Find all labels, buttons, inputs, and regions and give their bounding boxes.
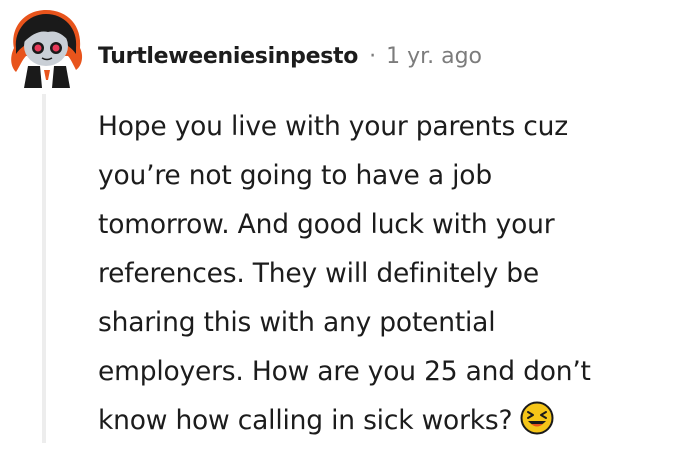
thread-collapse-line[interactable] bbox=[42, 94, 46, 443]
comment-timestamp[interactable]: 1 yr. ago bbox=[386, 44, 482, 69]
comment: Turtleweeniesinpesto · 1 yr. ago Hope yo… bbox=[0, 0, 700, 443]
comment-body-line-text: know how calling in sick works? bbox=[98, 405, 513, 436]
meta-separator: · bbox=[369, 43, 377, 69]
comment-body-line: sharing this with any potential bbox=[98, 307, 496, 338]
comment-body-line: tomorrow. And good luck with your bbox=[98, 209, 555, 240]
comment-body-line: Hope you live with your parents cuz bbox=[98, 111, 568, 142]
laughing-face-icon bbox=[520, 401, 554, 435]
comment-body-line-last: know how calling in sick works? bbox=[98, 396, 688, 445]
avatar-graphic bbox=[11, 10, 83, 88]
comment-body-line: references. They will definitely be bbox=[98, 258, 540, 289]
comment-body: Hope you live with your parents cuz you’… bbox=[98, 102, 688, 445]
goth-avatar-icon[interactable] bbox=[6, 8, 88, 90]
comment-meta: Turtleweeniesinpesto · 1 yr. ago bbox=[98, 40, 482, 72]
comment-body-line: you’re not going to have a job bbox=[98, 160, 492, 191]
author-username[interactable]: Turtleweeniesinpesto bbox=[98, 44, 358, 69]
comment-body-line: employers. How are you 25 and don’t bbox=[98, 356, 591, 387]
